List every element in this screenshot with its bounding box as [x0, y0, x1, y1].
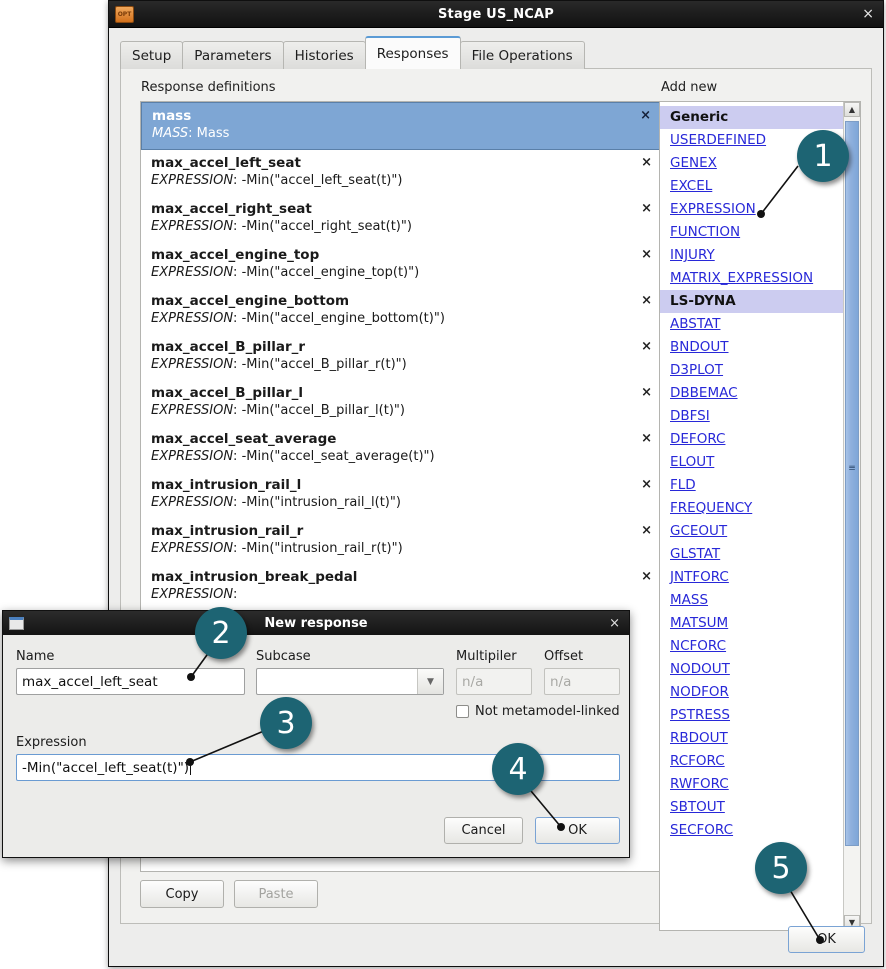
callout-5: 5 — [755, 842, 807, 894]
callout-4: 4 — [492, 743, 544, 795]
callout-leader-lines — [186, 165, 824, 944]
callout-1: 1 — [797, 130, 849, 182]
callout-3: 3 — [260, 697, 312, 749]
callout-2: 2 — [195, 607, 247, 659]
